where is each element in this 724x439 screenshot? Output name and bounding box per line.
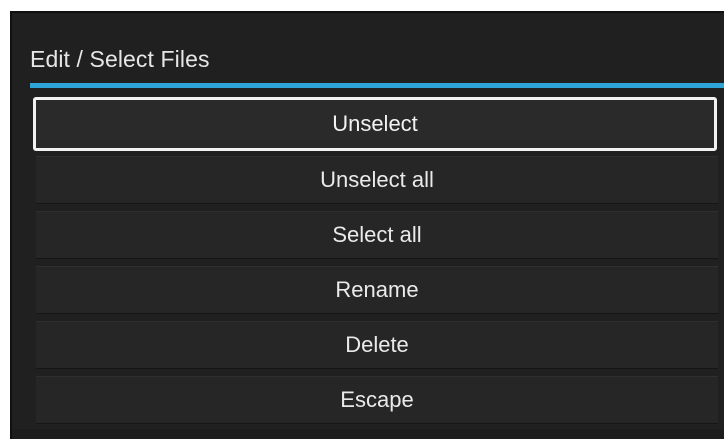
menu-item-escape[interactable]: Escape <box>36 376 718 424</box>
menu-item-label: Unselect all <box>320 167 434 192</box>
menu-item-label: Delete <box>345 332 409 357</box>
menu-item-unselect-all[interactable]: Unselect all <box>36 156 718 204</box>
menu-item-unselect[interactable]: Unselect <box>33 97 717 151</box>
dialog-bottom-edge <box>12 429 724 439</box>
menu-item-select-all[interactable]: Select all <box>36 211 718 259</box>
dialog-title: Edit / Select Files <box>30 46 210 72</box>
menu-item-label: Rename <box>335 277 419 302</box>
title-accent-divider <box>30 83 724 88</box>
menu-item-label: Escape <box>340 387 414 412</box>
menu-item-label: Unselect <box>332 111 418 136</box>
menu-item-rename[interactable]: Rename <box>36 266 718 314</box>
edit-select-files-dialog: Edit / Select Files Unselect Unselect al… <box>10 11 724 439</box>
menu-item-delete[interactable]: Delete <box>36 321 718 369</box>
menu-item-label: Select all <box>332 222 422 247</box>
dialog-title-bar: Edit / Select Files <box>12 13 724 83</box>
